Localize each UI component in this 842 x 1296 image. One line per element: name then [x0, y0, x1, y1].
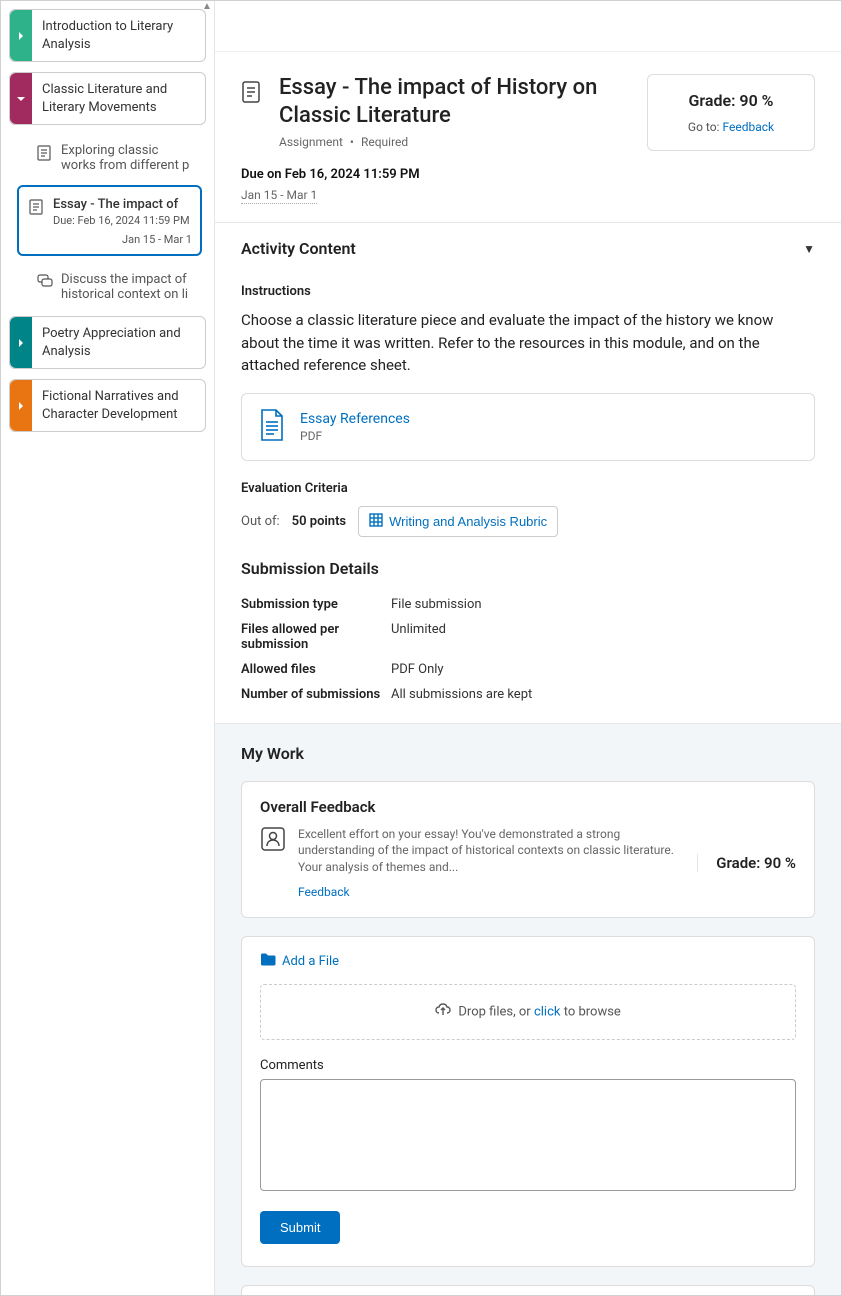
add-file-button[interactable]: Add a File: [260, 953, 339, 970]
feedback-link[interactable]: Feedback: [722, 120, 774, 134]
attachment-essay-references[interactable]: Essay References PDF: [241, 393, 815, 461]
activity-content-toggle[interactable]: Activity Content ▼: [215, 223, 841, 268]
subitem-essay-impact-history[interactable]: Essay - The impact of Due: Feb 16, 2024 …: [17, 185, 202, 256]
assignment-header: Essay - The impact of History on Classic…: [215, 51, 841, 167]
grade-value: Grade: 90 %: [668, 91, 794, 110]
table-row: Allowed filesPDF Only: [241, 657, 815, 682]
subitem-line2: works from different p: [61, 158, 189, 173]
rubric-icon: [369, 513, 383, 530]
assignment-type: Assignment: [279, 135, 343, 149]
overall-feedback-card: Overall Feedback Excellent effort on you…: [241, 781, 815, 918]
assignment-title: Essay - The impact of History on Classic…: [279, 74, 633, 129]
dropzone-click: click: [534, 1004, 561, 1019]
submission-details-heading: Submission Details: [241, 559, 815, 578]
document-icon: [29, 197, 45, 246]
subitem-line1: Exploring classic: [61, 143, 189, 158]
main-content: Essay - The impact of History on Classic…: [215, 1, 841, 1295]
add-file-label: Add a File: [282, 954, 339, 969]
activity-content-heading: Activity Content: [241, 239, 356, 258]
subitem-line1: Essay - The impact of: [53, 197, 192, 212]
module-label: Fictional Narratives and Character Devel…: [32, 380, 205, 431]
document-icon: [37, 143, 53, 173]
subitem-line1: Discuss the impact of: [61, 272, 188, 287]
feedback-icon: [260, 826, 286, 856]
my-work-section: My Work Overall Feedback Excellent effor…: [215, 723, 841, 1296]
assignment-meta: Assignment • Required: [279, 135, 633, 149]
feedback-grade: Grade: 90 %: [697, 854, 796, 872]
discussion-icon: [37, 272, 53, 302]
my-work-heading: My Work: [241, 744, 815, 763]
subitem-discuss-impact[interactable]: Discuss the impact of historical context…: [13, 264, 206, 310]
grade-card: Grade: 90 % Go to: Feedback: [647, 74, 815, 151]
instructions-section: Instructions Choose a classic literature…: [215, 268, 841, 723]
rubric-button[interactable]: Writing and Analysis Rubric: [358, 506, 558, 537]
dropzone-prefix: Drop files, or: [458, 1004, 534, 1019]
goto-label: Go to:: [688, 120, 720, 134]
feedback-link[interactable]: Feedback: [298, 884, 685, 901]
table-row: Files allowed per submissionUnlimited: [241, 617, 815, 657]
module-label: Introduction to Literary Analysis: [32, 10, 205, 61]
folder-icon: [260, 953, 276, 970]
outof-value: 50 points: [292, 514, 346, 529]
module-fictional-narratives[interactable]: Fictional Narratives and Character Devel…: [9, 379, 206, 432]
pdf-icon: [258, 408, 286, 446]
module-poetry[interactable]: Poetry Appreciation and Analysis: [9, 316, 206, 369]
dropzone-suffix: to browse: [560, 1004, 620, 1019]
module-intro-literary-analysis[interactable]: Introduction to Literary Analysis: [9, 9, 206, 62]
outof-label: Out of:: [241, 514, 280, 529]
module-classic-literature[interactable]: Classic Literature and Literary Movement…: [9, 72, 206, 125]
overall-feedback-heading: Overall Feedback: [260, 798, 796, 816]
subitem-due: Due: Feb 16, 2024 11:59 PM: [53, 214, 192, 227]
subitem-dates: Jan 15 - Mar 1: [53, 233, 192, 246]
instructions-label: Instructions: [241, 284, 815, 299]
due-info: Due on Feb 16, 2024 11:59 PM Jan 15 - Ma…: [215, 167, 841, 222]
scroll-up-icon[interactable]: ▲: [200, 1, 214, 15]
evaluation-criteria-label: Evaluation Criteria: [241, 481, 815, 496]
expand-icon: [10, 380, 32, 431]
collapse-icon: [10, 73, 32, 124]
rubric-label: Writing and Analysis Rubric: [389, 514, 547, 529]
feedback-text: Excellent effort on your essay! You've d…: [298, 827, 674, 875]
availability-dates: Jan 15 - Mar 1: [241, 188, 317, 204]
assignment-required: Required: [361, 135, 408, 149]
comments-label: Comments: [260, 1058, 796, 1073]
instructions-text: Choose a classic literature piece and ev…: [241, 309, 815, 377]
upload-icon: [435, 1003, 451, 1021]
course-nav-sidebar: ▲ Introduction to Literary Analysis Clas…: [1, 1, 215, 1295]
subitem-exploring-classic[interactable]: Exploring classic works from different p: [13, 135, 206, 181]
module-label: Poetry Appreciation and Analysis: [32, 317, 205, 368]
submission-1-card[interactable]: Submission 1 ▷ Evaluated Submitted On: F…: [241, 1285, 815, 1295]
file-dropzone[interactable]: Drop files, or click to browse: [260, 984, 796, 1040]
chevron-down-icon: ▼: [803, 242, 815, 256]
module-subitems: Exploring classic works from different p…: [9, 135, 206, 316]
upload-card: Add a File Drop files, or click to brows…: [241, 936, 815, 1267]
expand-icon: [10, 317, 32, 368]
due-date: Due on Feb 16, 2024 11:59 PM: [241, 167, 815, 182]
module-label: Classic Literature and Literary Movement…: [32, 73, 205, 124]
submission-details-table: Submission typeFile submission Files all…: [241, 592, 815, 707]
attachment-type: PDF: [300, 429, 410, 443]
attachment-title: Essay References: [300, 411, 410, 427]
subitem-line2: historical context on li: [61, 287, 188, 302]
table-row: Submission typeFile submission: [241, 592, 815, 617]
comments-textarea[interactable]: [260, 1079, 796, 1191]
expand-icon: [10, 10, 32, 61]
table-row: Number of submissionsAll submissions are…: [241, 682, 815, 707]
assignment-icon: [241, 74, 265, 108]
submit-button[interactable]: Submit: [260, 1211, 340, 1244]
